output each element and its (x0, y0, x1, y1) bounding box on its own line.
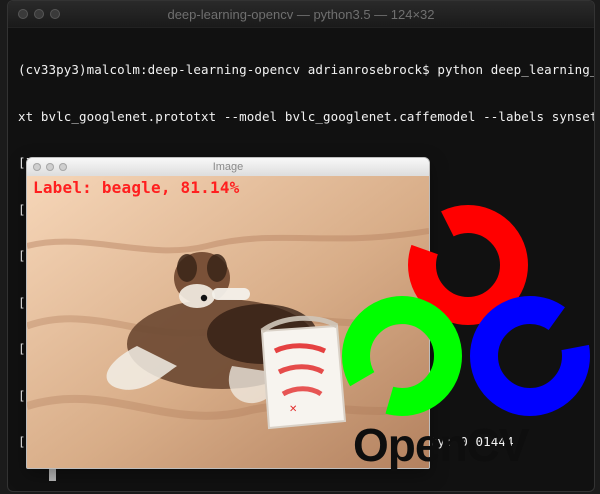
dog-toy (212, 288, 250, 300)
minimize-dot-icon[interactable] (34, 9, 44, 19)
terminal-window-controls (18, 9, 60, 19)
dog-nose (200, 294, 208, 302)
image-close-dot-icon[interactable] (33, 163, 41, 171)
image-window-title: Image (212, 161, 244, 173)
dog-ear (177, 254, 197, 282)
terminal-cursor (48, 469, 56, 481)
takeout-box-mark: ✕ (289, 404, 297, 415)
image-minimize-dot-icon[interactable] (46, 163, 54, 171)
takeout-box-body (260, 324, 347, 430)
classification-label-overlay: Label: beagle, 81.14% (33, 178, 240, 197)
terminal-line: (cv33py3)malcolm:deep-learning-opencv ad… (18, 62, 595, 77)
image-zoom-dot-icon[interactable] (59, 163, 67, 171)
terminal-line: xt bvlc_googlenet.prototxt --model bvlc_… (18, 108, 594, 124)
dog-ear (207, 254, 227, 282)
terminal-title: deep-learning-opencv — python3.5 — 124×3… (167, 6, 435, 22)
terminal-titlebar[interactable]: deep-learning-opencv — python3.5 — 124×3… (8, 1, 594, 28)
dog-muzzle (179, 284, 215, 308)
image-window-controls (33, 163, 67, 171)
image-window-titlebar[interactable]: Image (27, 158, 429, 177)
takeout-box: ✕ (260, 315, 347, 430)
close-dot-icon[interactable] (18, 9, 28, 19)
zoom-dot-icon[interactable] (50, 9, 60, 19)
opencv-wordmark: OpenCV (353, 419, 529, 471)
